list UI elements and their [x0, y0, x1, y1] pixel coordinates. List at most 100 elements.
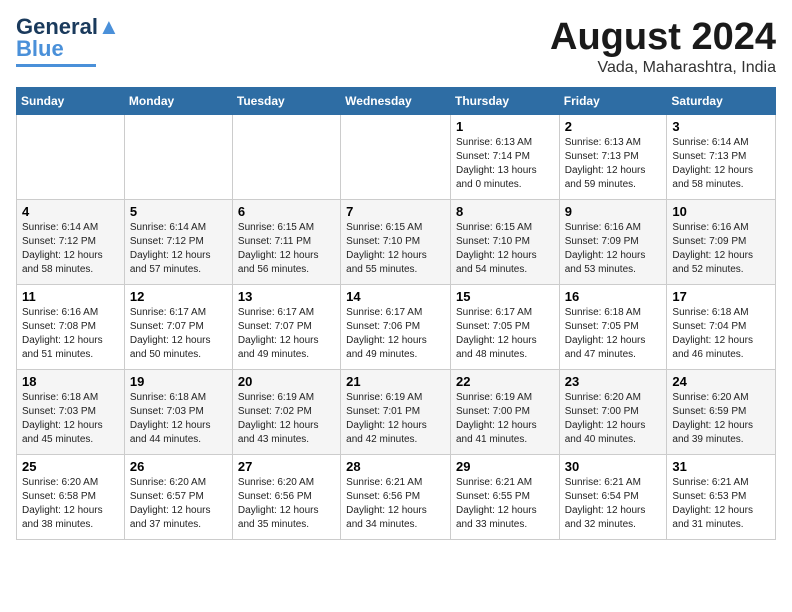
day-info: Sunrise: 6:16 AM Sunset: 7:09 PM Dayligh… — [565, 221, 662, 277]
logo-text: General▲ — [16, 16, 120, 38]
day-info: Sunrise: 6:16 AM Sunset: 7:08 PM Dayligh… — [22, 306, 119, 362]
calendar-cell: 14 Sunrise: 6:17 AM Sunset: 7:06 PM Dayli… — [341, 285, 451, 370]
calendar-cell: 25 Sunrise: 6:20 AM Sunset: 6:58 PM Dayli… — [17, 455, 125, 540]
page-header: General▲ Blue August 2024 Vada, Maharash… — [16, 16, 776, 77]
day-number: 5 — [130, 204, 227, 219]
day-info: Sunrise: 6:19 AM Sunset: 7:02 PM Dayligh… — [238, 391, 335, 447]
calendar-cell — [232, 115, 340, 200]
day-number: 23 — [565, 374, 662, 389]
calendar-cell: 23 Sunrise: 6:20 AM Sunset: 7:00 PM Dayli… — [559, 370, 667, 455]
day-info: Sunrise: 6:15 AM Sunset: 7:10 PM Dayligh… — [346, 221, 445, 277]
weekday-header-row: SundayMondayTuesdayWednesdayThursdayFrid… — [17, 88, 776, 115]
calendar-cell: 24 Sunrise: 6:20 AM Sunset: 6:59 PM Dayli… — [667, 370, 776, 455]
calendar-week-row: 4Sunrise: 6:14 AM Sunset: 7:12 PM Daylig… — [17, 200, 776, 285]
logo-blue: Blue — [16, 36, 64, 62]
day-number: 15 — [456, 289, 554, 304]
day-number: 9 — [565, 204, 662, 219]
calendar-cell: 20 Sunrise: 6:19 AM Sunset: 7:02 PM Dayli… — [232, 370, 340, 455]
logo: General▲ Blue — [16, 16, 120, 67]
day-number: 19 — [130, 374, 227, 389]
day-number: 8 — [456, 204, 554, 219]
day-number: 18 — [22, 374, 119, 389]
day-info: Sunrise: 6:18 AM Sunset: 7:04 PM Dayligh… — [672, 306, 770, 362]
calendar-cell: 6 Sunrise: 6:15 AM Sunset: 7:11 PM Daylig… — [232, 200, 340, 285]
day-info: Sunrise: 6:20 AM Sunset: 6:57 PM Dayligh… — [130, 476, 227, 532]
calendar-cell: 7 Sunrise: 6:15 AM Sunset: 7:10 PM Daylig… — [341, 200, 451, 285]
calendar-cell: 16Sunrise: 6:18 AM Sunset: 7:05 PM Dayli… — [559, 285, 667, 370]
day-info: Sunrise: 6:18 AM Sunset: 7:05 PM Dayligh… — [565, 306, 662, 362]
day-number: 24 — [672, 374, 770, 389]
calendar-cell: 1Sunrise: 6:13 AM Sunset: 7:14 PM Daylig… — [450, 115, 559, 200]
calendar-week-row: 1Sunrise: 6:13 AM Sunset: 7:14 PM Daylig… — [17, 115, 776, 200]
weekday-header: Saturday — [667, 88, 776, 115]
calendar-cell: 21 Sunrise: 6:19 AM Sunset: 7:01 PM Dayli… — [341, 370, 451, 455]
day-number: 21 — [346, 374, 445, 389]
day-info: Sunrise: 6:21 AM Sunset: 6:55 PM Dayligh… — [456, 476, 554, 532]
day-number: 10 — [672, 204, 770, 219]
day-number: 4 — [22, 204, 119, 219]
day-number: 12 — [130, 289, 227, 304]
day-number: 29 — [456, 459, 554, 474]
calendar-cell: 27 Sunrise: 6:20 AM Sunset: 6:56 PM Dayli… — [232, 455, 340, 540]
weekday-header: Sunday — [17, 88, 125, 115]
calendar-cell: 8 Sunrise: 6:15 AM Sunset: 7:10 PM Daylig… — [450, 200, 559, 285]
day-info: Sunrise: 6:21 AM Sunset: 6:56 PM Dayligh… — [346, 476, 445, 532]
calendar-cell — [17, 115, 125, 200]
day-number: 3 — [672, 119, 770, 134]
day-number: 20 — [238, 374, 335, 389]
day-number: 14 — [346, 289, 445, 304]
day-info: Sunrise: 6:20 AM Sunset: 7:00 PM Dayligh… — [565, 391, 662, 447]
day-info: Sunrise: 6:21 AM Sunset: 6:53 PM Dayligh… — [672, 476, 770, 532]
month-title: August 2024 — [550, 16, 776, 59]
day-info: Sunrise: 6:18 AM Sunset: 7:03 PM Dayligh… — [130, 391, 227, 447]
day-number: 25 — [22, 459, 119, 474]
day-info: Sunrise: 6:14 AM Sunset: 7:13 PM Dayligh… — [672, 136, 770, 192]
calendar-cell: 22Sunrise: 6:19 AM Sunset: 7:00 PM Dayli… — [450, 370, 559, 455]
weekday-header: Friday — [559, 88, 667, 115]
day-info: Sunrise: 6:17 AM Sunset: 7:07 PM Dayligh… — [238, 306, 335, 362]
day-number: 6 — [238, 204, 335, 219]
calendar-cell: 5Sunrise: 6:14 AM Sunset: 7:12 PM Daylig… — [124, 200, 232, 285]
day-info: Sunrise: 6:21 AM Sunset: 6:54 PM Dayligh… — [565, 476, 662, 532]
calendar-cell: 12 Sunrise: 6:17 AM Sunset: 7:07 PM Dayli… — [124, 285, 232, 370]
calendar-cell: 31 Sunrise: 6:21 AM Sunset: 6:53 PM Dayli… — [667, 455, 776, 540]
weekday-header: Monday — [124, 88, 232, 115]
day-info: Sunrise: 6:15 AM Sunset: 7:11 PM Dayligh… — [238, 221, 335, 277]
logo-line — [16, 64, 96, 67]
calendar-table: SundayMondayTuesdayWednesdayThursdayFrid… — [16, 87, 776, 540]
location: Vada, Maharashtra, India — [550, 59, 776, 77]
day-info: Sunrise: 6:20 AM Sunset: 6:56 PM Dayligh… — [238, 476, 335, 532]
day-info: Sunrise: 6:17 AM Sunset: 7:06 PM Dayligh… — [346, 306, 445, 362]
day-info: Sunrise: 6:20 AM Sunset: 6:59 PM Dayligh… — [672, 391, 770, 447]
day-info: Sunrise: 6:19 AM Sunset: 7:01 PM Dayligh… — [346, 391, 445, 447]
day-info: Sunrise: 6:15 AM Sunset: 7:10 PM Dayligh… — [456, 221, 554, 277]
calendar-cell: 13 Sunrise: 6:17 AM Sunset: 7:07 PM Dayli… — [232, 285, 340, 370]
day-info: Sunrise: 6:20 AM Sunset: 6:58 PM Dayligh… — [22, 476, 119, 532]
day-number: 31 — [672, 459, 770, 474]
weekday-header: Wednesday — [341, 88, 451, 115]
day-number: 11 — [22, 289, 119, 304]
calendar-cell: 11 Sunrise: 6:16 AM Sunset: 7:08 PM Dayli… — [17, 285, 125, 370]
calendar-cell: 19 Sunrise: 6:18 AM Sunset: 7:03 PM Dayli… — [124, 370, 232, 455]
day-number: 7 — [346, 204, 445, 219]
calendar-cell: 10Sunrise: 6:16 AM Sunset: 7:09 PM Dayli… — [667, 200, 776, 285]
calendar-cell: 30Sunrise: 6:21 AM Sunset: 6:54 PM Dayli… — [559, 455, 667, 540]
calendar-cell: 17Sunrise: 6:18 AM Sunset: 7:04 PM Dayli… — [667, 285, 776, 370]
day-number: 27 — [238, 459, 335, 474]
calendar-cell: 15Sunrise: 6:17 AM Sunset: 7:05 PM Dayli… — [450, 285, 559, 370]
day-number: 2 — [565, 119, 662, 134]
calendar-week-row: 25 Sunrise: 6:20 AM Sunset: 6:58 PM Dayli… — [17, 455, 776, 540]
day-number: 26 — [130, 459, 227, 474]
calendar-cell: 28Sunrise: 6:21 AM Sunset: 6:56 PM Dayli… — [341, 455, 451, 540]
calendar-cell: 18Sunrise: 6:18 AM Sunset: 7:03 PM Dayli… — [17, 370, 125, 455]
day-info: Sunrise: 6:13 AM Sunset: 7:14 PM Dayligh… — [456, 136, 554, 192]
day-info: Sunrise: 6:17 AM Sunset: 7:07 PM Dayligh… — [130, 306, 227, 362]
day-number: 22 — [456, 374, 554, 389]
calendar-cell: 26 Sunrise: 6:20 AM Sunset: 6:57 PM Dayli… — [124, 455, 232, 540]
calendar-week-row: 11 Sunrise: 6:16 AM Sunset: 7:08 PM Dayli… — [17, 285, 776, 370]
weekday-header: Thursday — [450, 88, 559, 115]
day-number: 13 — [238, 289, 335, 304]
calendar-cell — [124, 115, 232, 200]
title-area: August 2024 Vada, Maharashtra, India — [550, 16, 776, 77]
calendar-week-row: 18 Sunrise: 6:18 AM Sunset: 7:03 PM Dayli… — [17, 370, 776, 455]
